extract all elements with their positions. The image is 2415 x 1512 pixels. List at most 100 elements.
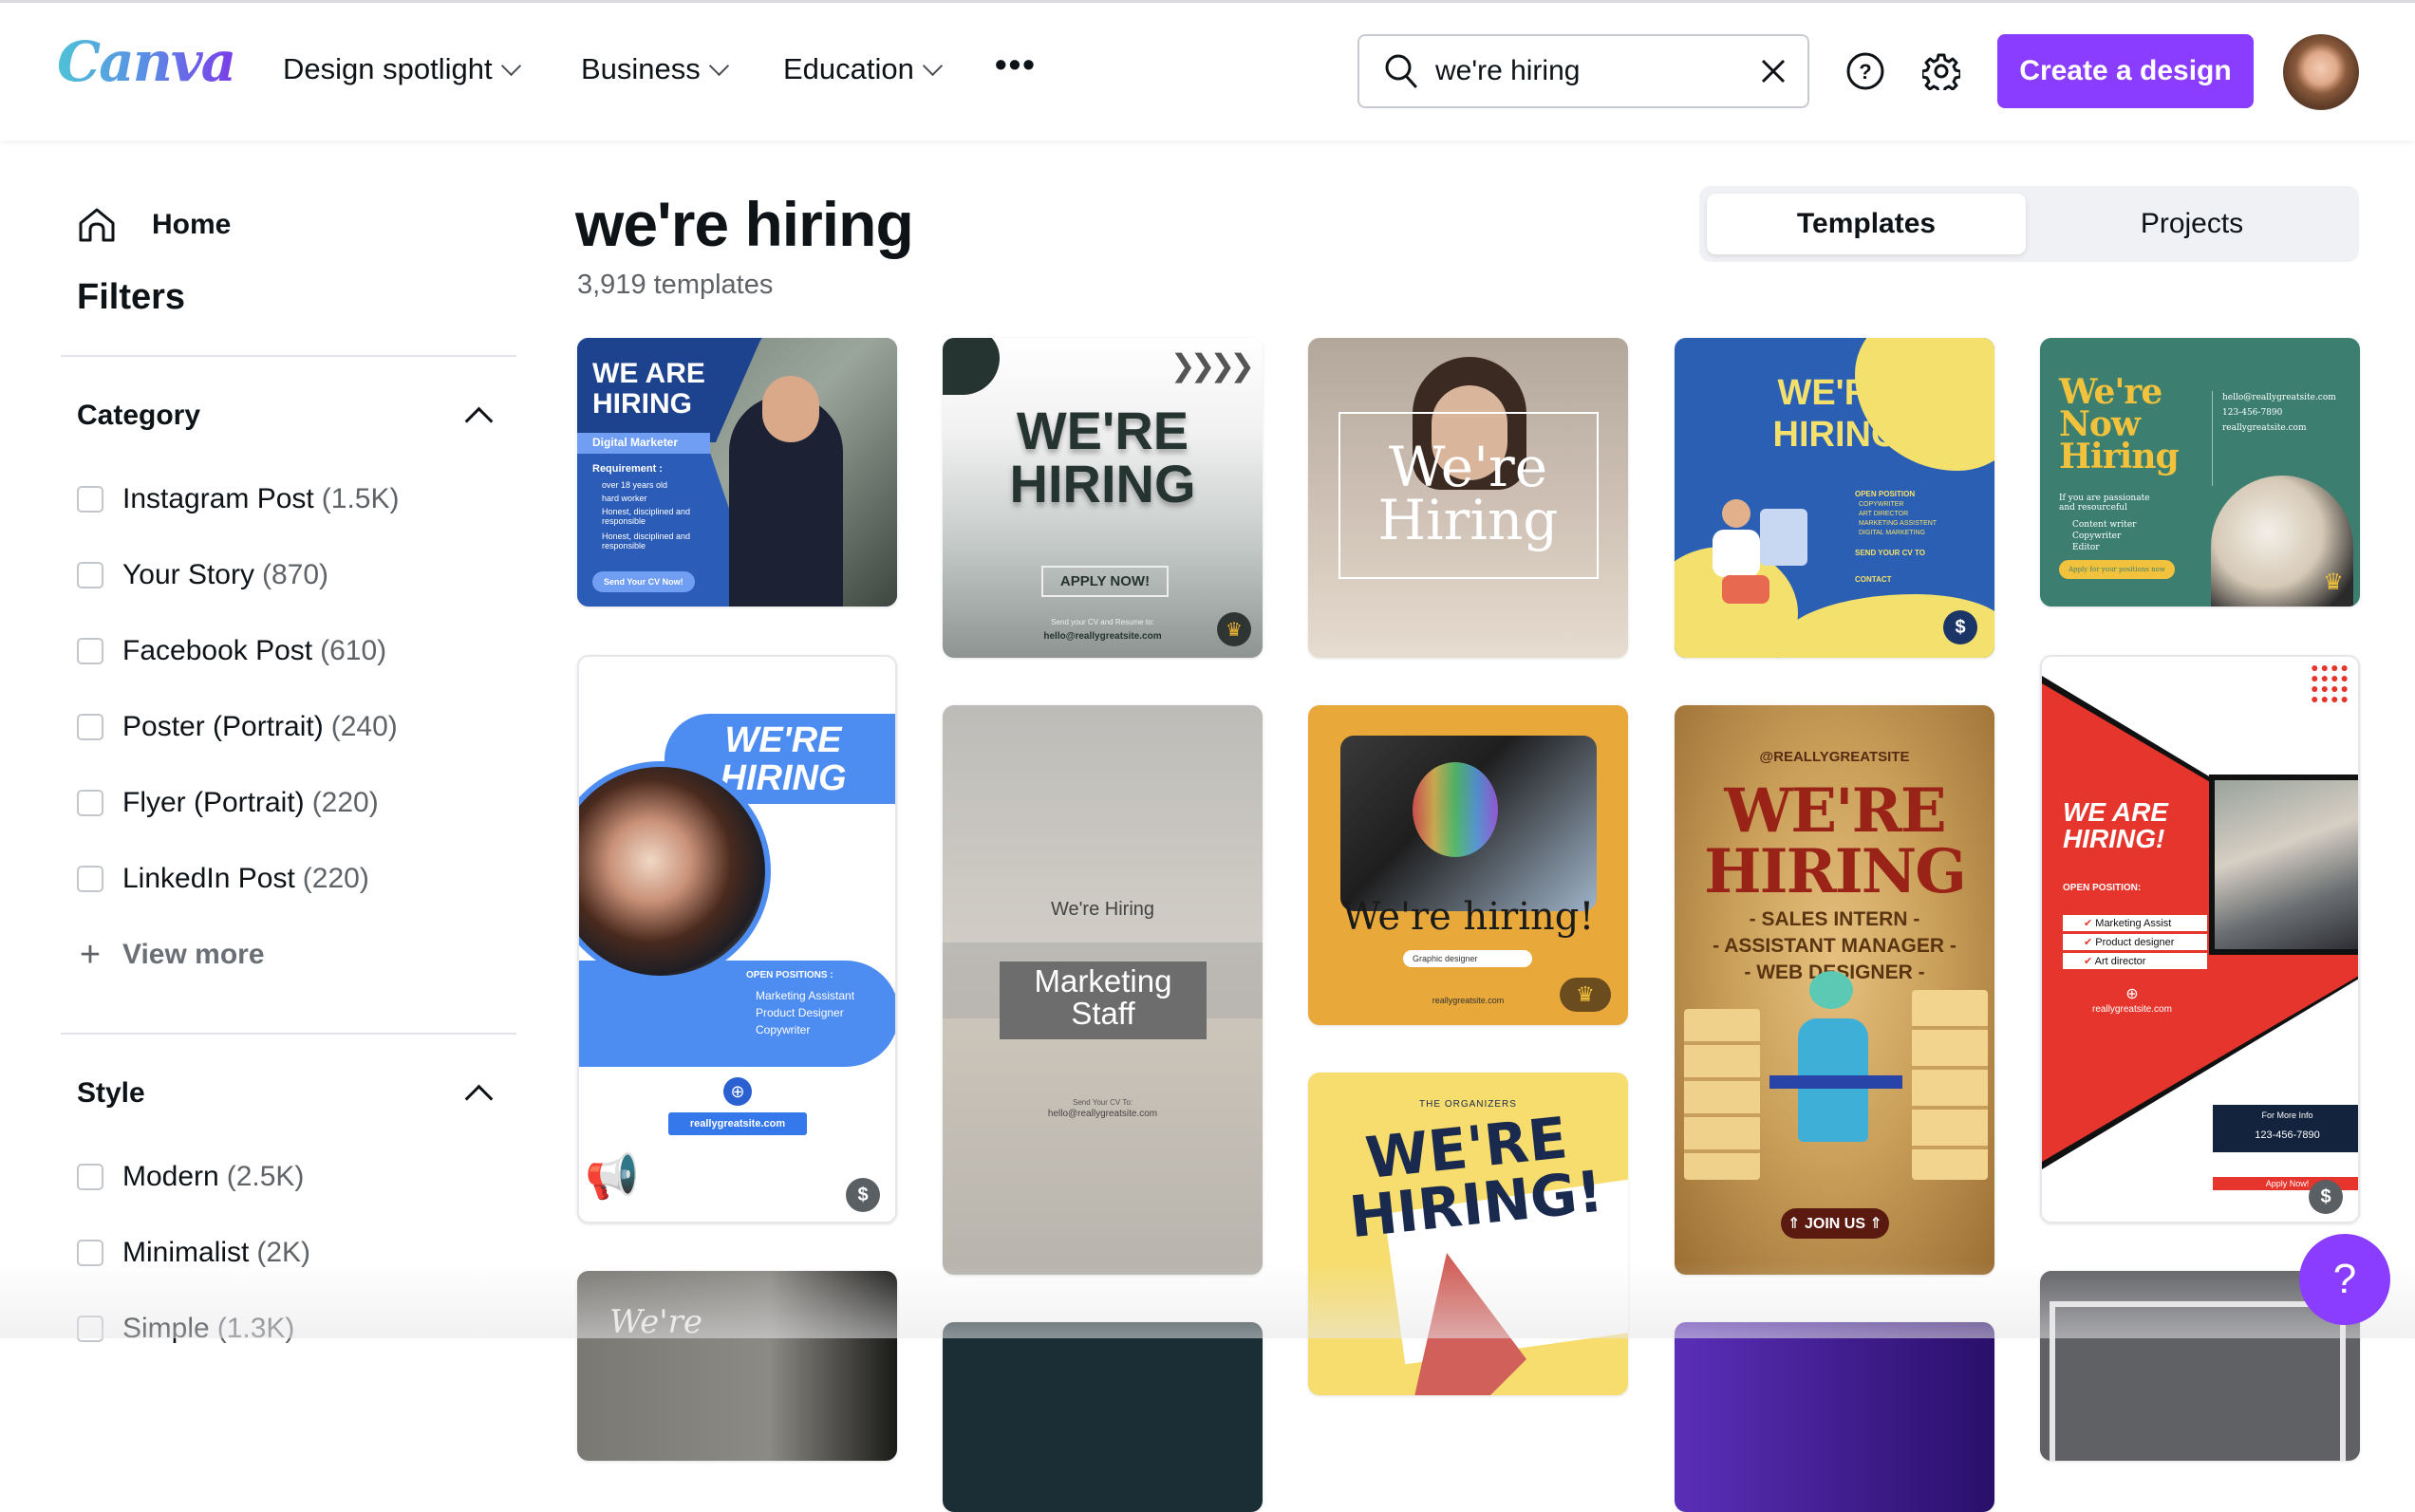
decor-shape: [579, 961, 895, 1067]
template-card[interactable]: THE ORGANIZERS WE'RE HIRING!: [1308, 1073, 1628, 1395]
template-text: hello@reallygreatsite.com: [1043, 631, 1162, 642]
template-text: Content writer: [2072, 520, 2137, 530]
clear-search-icon[interactable]: [1760, 58, 1787, 84]
template-card[interactable]: ❯❯❯❯ WE'RE HIRING APPLY NOW! Send your C…: [943, 338, 1263, 658]
template-headline: We're Hiring: [1377, 435, 1559, 552]
frame-decor: [2050, 1301, 2346, 1461]
sidebar-home-link[interactable]: Home: [78, 207, 231, 243]
template-text: CONTACT: [1855, 575, 1892, 584]
template-subtitle: Graphic designer: [1403, 950, 1532, 967]
create-a-design-button[interactable]: Create a design: [1997, 34, 2254, 108]
filter-label: Instagram Post: [122, 483, 314, 514]
filter-label: Facebook Post: [122, 635, 313, 666]
nav-design-spotlight[interactable]: Design spotlight: [283, 52, 521, 86]
face-shape: [762, 376, 819, 442]
search-input[interactable]: [1433, 54, 1750, 88]
template-card[interactable]: [1675, 1322, 1994, 1512]
template-text: over 18 years old: [602, 480, 668, 490]
filter-your-story[interactable]: Your Story (870): [77, 559, 328, 591]
view-more-label: View more: [122, 939, 265, 970]
filter-label: LinkedIn Post: [122, 863, 295, 894]
template-text: Honest, disciplined and responsible: [602, 532, 691, 551]
template-cta: Apply for your positions now: [2059, 560, 2175, 579]
template-text: hello@reallygreatsite.com: [1047, 1109, 1158, 1119]
help-icon: ?: [1846, 52, 1884, 90]
filter-flyer-portrait[interactable]: Flyer (Portrait) (220): [77, 787, 379, 819]
template-headline: WE ARE HIRING: [592, 358, 705, 420]
filter-label: Modern: [122, 1161, 219, 1192]
template-cta: ⇑ JOIN US ⇑: [1781, 1208, 1889, 1239]
search-icon: [1384, 53, 1418, 89]
nav-business[interactable]: Business: [581, 52, 729, 86]
view-more-button[interactable]: + View more: [77, 935, 265, 975]
filter-count: (220): [311, 787, 379, 818]
desk-illustration: [1769, 1075, 1902, 1089]
template-cta-label: JOIN US: [1804, 1216, 1865, 1232]
template-text: OPEN POSITION:: [2063, 883, 2142, 893]
template-card[interactable]: ●●●● ●●●● ●●●● ●●●● WE ARE HIRING! OPEN POS…: [2040, 655, 2360, 1223]
help-chat-button[interactable]: ?: [2299, 1234, 2390, 1325]
template-card[interactable]: We're: [577, 1271, 897, 1461]
template-card[interactable]: We're Hiring: [1308, 338, 1628, 658]
tab-templates[interactable]: Templates: [1707, 194, 2026, 254]
style-section-header[interactable]: Style: [77, 1077, 145, 1110]
settings-button[interactable]: [1922, 52, 1960, 90]
globe-icon: ⊕: [723, 1077, 752, 1106]
filter-label: Poster (Portrait): [122, 711, 324, 742]
template-card[interactable]: WE'RE HIRING OPEN POSITIONS : Marketing …: [577, 655, 897, 1223]
checkbox[interactable]: [77, 1164, 103, 1190]
template-card[interactable]: WE ARE HIRING Digital Marketer Requireme…: [577, 338, 897, 607]
position-label: Art director: [2094, 956, 2146, 967]
canva-logo[interactable]: Canva: [57, 29, 236, 94]
filter-linkedin-post[interactable]: LinkedIn Post (220): [77, 863, 369, 895]
template-card[interactable]: [943, 1322, 1263, 1512]
plus-icon: +: [79, 935, 102, 975]
filter-simple[interactable]: Simple (1.3K): [77, 1313, 294, 1345]
chevron-down-icon: [708, 55, 729, 76]
template-text: For More Info: [2261, 1111, 2313, 1120]
filter-modern[interactable]: Modern (2.5K): [77, 1161, 304, 1193]
help-button[interactable]: ?: [1846, 52, 1884, 90]
template-card[interactable]: WE'RE HIRING OPEN POSITION COPYWRITER AR…: [1675, 338, 1994, 658]
more-menu-button[interactable]: •••: [995, 45, 1037, 84]
template-card[interactable]: We're Now Hiring hello@reallygreatsite.c…: [2040, 338, 2360, 607]
checkbox[interactable]: [77, 1240, 103, 1266]
template-text: OPEN POSITIONS :: [746, 970, 833, 980]
filter-facebook-post[interactable]: Facebook Post (610): [77, 635, 386, 667]
checkbox[interactable]: [77, 790, 103, 816]
template-text: OPEN POSITION: [1855, 490, 1916, 498]
filter-instagram-post[interactable]: Instagram Post (1.5K): [77, 483, 399, 515]
user-avatar[interactable]: [2283, 34, 2359, 110]
checkbox[interactable]: [77, 866, 103, 892]
checkbox[interactable]: [77, 714, 103, 740]
paid-badge: $: [1943, 610, 1977, 644]
checkbox[interactable]: [77, 562, 103, 588]
chevron-up-icon[interactable]: [464, 406, 494, 436]
filter-minimalist[interactable]: Minimalist (2K): [77, 1237, 310, 1269]
template-subtitle: Digital Marketer: [592, 436, 679, 449]
search-box[interactable]: [1357, 34, 1809, 108]
template-headline-partial: We're: [609, 1303, 703, 1341]
template-text: Editor: [2072, 543, 2100, 552]
template-card[interactable]: We're hiring! Graphic designer reallygre…: [1308, 705, 1628, 1025]
template-card[interactable]: We're Hiring Marketing Staff Send Your C…: [943, 705, 1263, 1275]
globe-icon: ⊕: [2125, 986, 2139, 1002]
filter-poster-portrait[interactable]: Poster (Portrait) (240): [77, 711, 398, 743]
filter-label: Simple: [122, 1313, 210, 1344]
template-text: SEND YOUR CV TO: [1855, 549, 1925, 557]
paid-badge: $: [846, 1178, 880, 1212]
checkbox[interactable]: [77, 638, 103, 664]
checkbox[interactable]: [77, 486, 103, 513]
filter-count: (1.5K): [321, 483, 400, 514]
template-headline: WE'RE HIRING: [1704, 775, 1967, 907]
template-text: hello@reallygreatsite.com: [2222, 393, 2336, 402]
tab-projects[interactable]: Projects: [2032, 194, 2351, 254]
template-card[interactable]: @REALLYGREATSITE WE'RE HIRING - SALES IN…: [1675, 705, 1994, 1275]
chevron-up-icon[interactable]: [464, 1084, 494, 1113]
nav-education[interactable]: Education: [783, 52, 943, 86]
category-section-header[interactable]: Category: [77, 400, 200, 432]
template-headline: WE ARE HIRING!: [2063, 797, 2168, 853]
nav-label: Business: [581, 52, 701, 85]
premium-crown-badge: ♛: [1560, 978, 1611, 1012]
color-swatches: [1413, 762, 1498, 857]
